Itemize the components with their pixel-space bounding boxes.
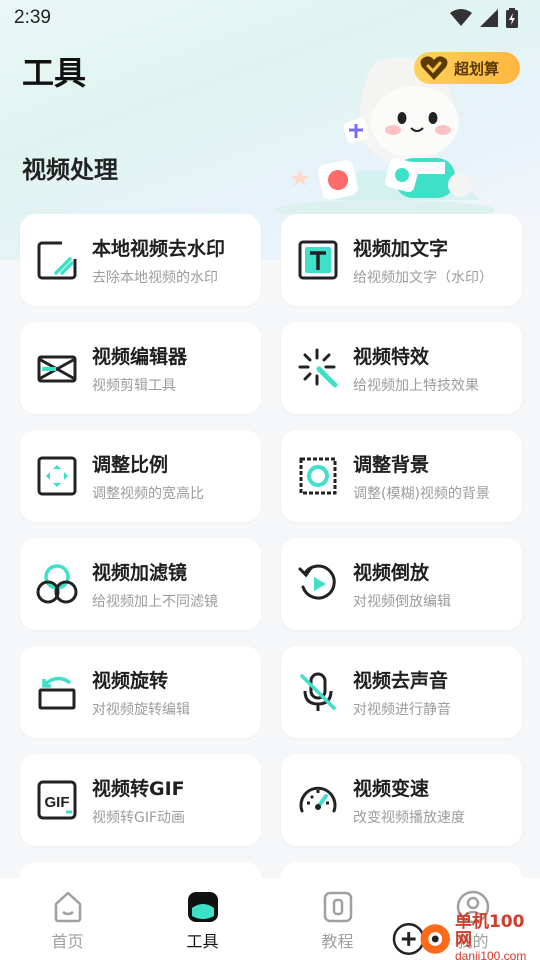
tool-title: 调整背景: [353, 453, 430, 476]
background-icon: [299, 457, 337, 495]
wifi-icon: [450, 9, 472, 26]
tool-subtitle: 给视频加上不同滤镜: [92, 593, 218, 610]
tool-subtitle: 给视频加文字（水印）: [353, 269, 493, 286]
tool-subtitle: 视频转GIF动画: [92, 809, 186, 826]
section-title: 视频处理: [22, 156, 118, 184]
tool-card-remove-watermark[interactable]: 本地视频去水印 去除本地视频的水印: [20, 214, 261, 306]
tool-card-gif[interactable]: GIF 视频转GIF 视频转GIF动画: [20, 754, 261, 846]
tool-title: 视频旋转: [92, 669, 169, 692]
tool-subtitle: 改变视频播放速度: [353, 809, 465, 826]
status-bar: 2:39: [0, 0, 540, 36]
tutorial-icon: [323, 891, 352, 923]
tool-title: 视频倒放: [353, 561, 430, 584]
tool-card-background[interactable]: 调整背景 调整(模糊)视频的背景: [281, 430, 522, 522]
tool-card-aspect-ratio[interactable]: 调整比例 调整视频的宽高比: [20, 430, 261, 522]
signal-icon: [480, 9, 498, 27]
scissors-icon: [37, 355, 77, 383]
status-time: 2:39: [14, 7, 51, 28]
tool-subtitle: 调整视频的宽高比: [92, 485, 204, 502]
tool-card-mute[interactable]: 视频去声音 对视频进行静音: [281, 646, 522, 738]
tool-title: 视频编辑器: [92, 345, 188, 368]
watermark-logo-icon: [392, 923, 450, 955]
tools-icon: [187, 892, 218, 922]
nav-item-tools[interactable]: 工具: [163, 890, 243, 960]
tool-card-reverse[interactable]: 视频倒放 对视频倒放编辑: [281, 538, 522, 630]
tool-card-add-text[interactable]: 视频加文字 给视频加文字（水印）: [281, 214, 522, 306]
tool-subtitle: 视频剪辑工具: [92, 377, 176, 394]
aspect-ratio-icon: [37, 456, 77, 496]
tool-subtitle: 给视频加上特技效果: [353, 377, 479, 394]
tool-title: 视频特效: [353, 345, 430, 368]
tool-title: 视频变速: [353, 777, 430, 800]
page-title: 工具: [22, 54, 87, 92]
tool-title: 视频加滤镜: [92, 561, 188, 584]
tool-card-speed[interactable]: 视频变速 改变视频播放速度: [281, 754, 522, 846]
rotate-icon: [38, 676, 76, 710]
heart-check-icon: [420, 55, 448, 81]
watermark-remove-icon: [37, 241, 77, 280]
text-icon: [298, 240, 338, 280]
home-icon: [54, 891, 81, 923]
nav-label: 工具: [186, 932, 219, 951]
tool-card-rotate[interactable]: 视频旋转 对视频旋转编辑: [20, 646, 261, 738]
speedometer-icon: [299, 786, 337, 813]
tool-title: 视频去声音: [353, 669, 449, 692]
mute-mic-icon: [300, 672, 336, 711]
promo-label: 超划算: [454, 59, 500, 78]
tool-subtitle: 调整(模糊)视频的背景: [353, 485, 490, 502]
filter-icon: [36, 564, 78, 604]
nav-item-home[interactable]: 首页: [28, 890, 108, 960]
tool-card-effects[interactable]: 视频特效 给视频加上特技效果: [281, 322, 522, 414]
promo-badge[interactable]: 超划算: [414, 52, 520, 84]
site-watermark: 单机100网 danji100.com: [392, 911, 540, 960]
nav-label: 首页: [51, 932, 84, 951]
tool-subtitle: 对视频进行静音: [353, 701, 451, 718]
tool-card-video-editor[interactable]: 视频编辑器 视频剪辑工具: [20, 322, 261, 414]
tool-subtitle: 对视频倒放编辑: [353, 593, 451, 610]
tool-title: 视频加文字: [353, 237, 449, 260]
status-icons: [450, 8, 518, 28]
reverse-play-icon: [298, 564, 336, 600]
tool-title: 调整比例: [92, 453, 169, 476]
tool-grid: 本地视频去水印 去除本地视频的水印 视频加文字 给视频加文字（水印） 视频编辑器…: [20, 214, 522, 846]
tool-title: 本地视频去水印: [92, 237, 226, 260]
watermark-en: danji100.com: [454, 948, 527, 960]
nav-item-tutorial[interactable]: 教程: [298, 890, 378, 960]
watermark-cn: 单机100网: [454, 911, 525, 950]
tool-subtitle: 对视频旋转编辑: [92, 701, 190, 718]
magic-wand-icon: [298, 348, 338, 388]
tool-subtitle: 去除本地视频的水印: [92, 269, 218, 286]
tool-title: 视频转GIF: [92, 777, 185, 800]
battery-icon: [506, 8, 518, 28]
svg-text:GIF: GIF: [45, 794, 70, 811]
nav-label: 教程: [321, 932, 354, 951]
tool-card-filter[interactable]: 视频加滤镜 给视频加上不同滤镜: [20, 538, 261, 630]
gif-icon: GIF: [37, 780, 77, 820]
